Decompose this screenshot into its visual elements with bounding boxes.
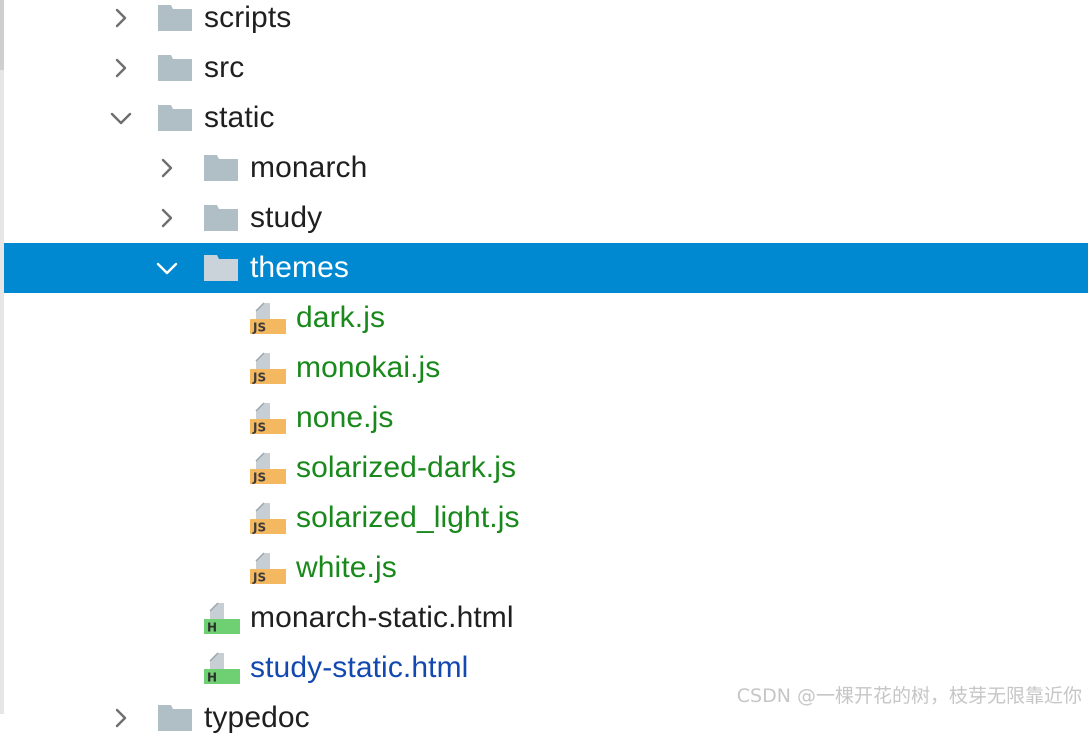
tree-item-label: themes [250,251,349,284]
svg-text:JS: JS [252,321,266,335]
folder-icon [202,201,240,235]
svg-text:JS: JS [252,571,266,585]
tree-item-label: solarized_light.js [296,501,520,534]
chevron-right-icon[interactable] [155,206,179,230]
chevron-down-icon[interactable] [109,106,133,130]
chevron-right-icon[interactable] [109,6,133,30]
tree-row-static[interactable]: static [4,93,1088,143]
svg-text:H: H [207,621,217,635]
tree-item-label: none.js [296,401,394,434]
tree-item-label: monokai.js [296,351,441,384]
folder-icon [156,1,194,35]
tree-item-label: typedoc [204,701,310,734]
tree-item-label: scripts [204,1,292,34]
tree-row-scripts[interactable]: scripts [4,0,1088,43]
tree-row-themes[interactable]: themes [4,243,1088,293]
tree-row-src[interactable]: src [4,43,1088,93]
js-file-icon: JS [248,551,286,585]
folder-icon [156,101,194,135]
tree-item-label: dark.js [296,301,386,334]
svg-text:JS: JS [252,471,266,485]
tree-row-solarized-light-js[interactable]: JS solarized_light.js [4,493,1088,543]
tree-item-label: static [204,101,275,134]
tree-item-label: src [204,51,245,84]
chevron-right-icon[interactable] [109,706,133,730]
svg-text:JS: JS [252,421,266,435]
js-file-icon: JS [248,301,286,335]
tree-row-none-js[interactable]: JS none.js [4,393,1088,443]
folder-icon [202,251,240,285]
chevron-right-icon[interactable] [155,156,179,180]
folder-icon [202,151,240,185]
js-file-icon: JS [248,401,286,435]
html-file-icon: H [202,651,240,685]
tree-row-monarch[interactable]: monarch [4,143,1088,193]
tree-row-monokai-js[interactable]: JS monokai.js [4,343,1088,393]
folder-icon [156,51,194,85]
html-file-icon: H [202,601,240,635]
watermark-text: CSDN @一棵开花的树，枝芽无限靠近你 [736,685,1082,707]
tree-item-label: white.js [296,551,397,584]
svg-text:JS: JS [252,521,266,535]
tree-item-label: solarized-dark.js [296,451,517,484]
tree-item-label: study [250,201,323,234]
chevron-down-icon[interactable] [155,256,179,280]
tree-item-label: monarch-static.html [250,601,514,634]
tree-row-study[interactable]: study [4,193,1088,243]
tree-row-dark-js[interactable]: JS dark.js [4,293,1088,343]
tree-item-label: monarch [250,151,368,184]
js-file-icon: JS [248,451,286,485]
svg-text:JS: JS [252,371,266,385]
tree-item-label: study-static.html [250,651,469,684]
svg-text:H: H [207,671,217,685]
tree-row-monarch-static-html[interactable]: H monarch-static.html [4,593,1088,643]
tree-row-solarized-dark-js[interactable]: JS solarized-dark.js [4,443,1088,493]
js-file-icon: JS [248,351,286,385]
tree-row-white-js[interactable]: JS white.js [4,543,1088,593]
chevron-right-icon[interactable] [109,56,133,80]
js-file-icon: JS [248,501,286,535]
folder-icon [156,701,194,735]
project-file-tree: scripts src static monarch study themes … [4,0,1088,743]
